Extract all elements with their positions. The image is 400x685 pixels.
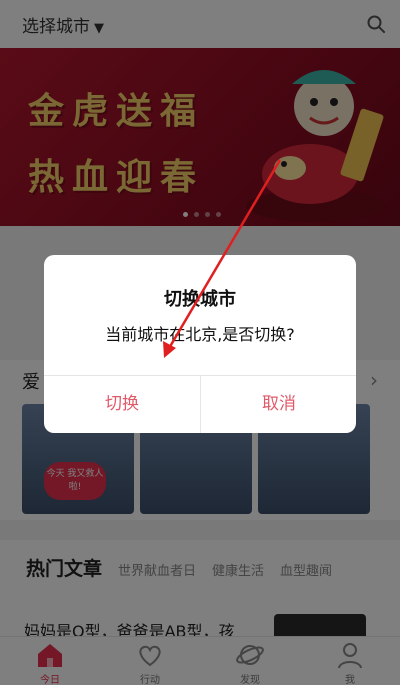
cancel-button[interactable]: 取消 [201,376,356,433]
confirm-switch-button[interactable]: 切换 [44,376,200,433]
switch-city-dialog: 切换城市 当前城市在北京,是否切换? 切换 取消 [44,255,356,433]
dialog-title: 切换城市 [164,289,236,310]
dialog-message: 当前城市在北京,是否切换? [105,325,295,344]
